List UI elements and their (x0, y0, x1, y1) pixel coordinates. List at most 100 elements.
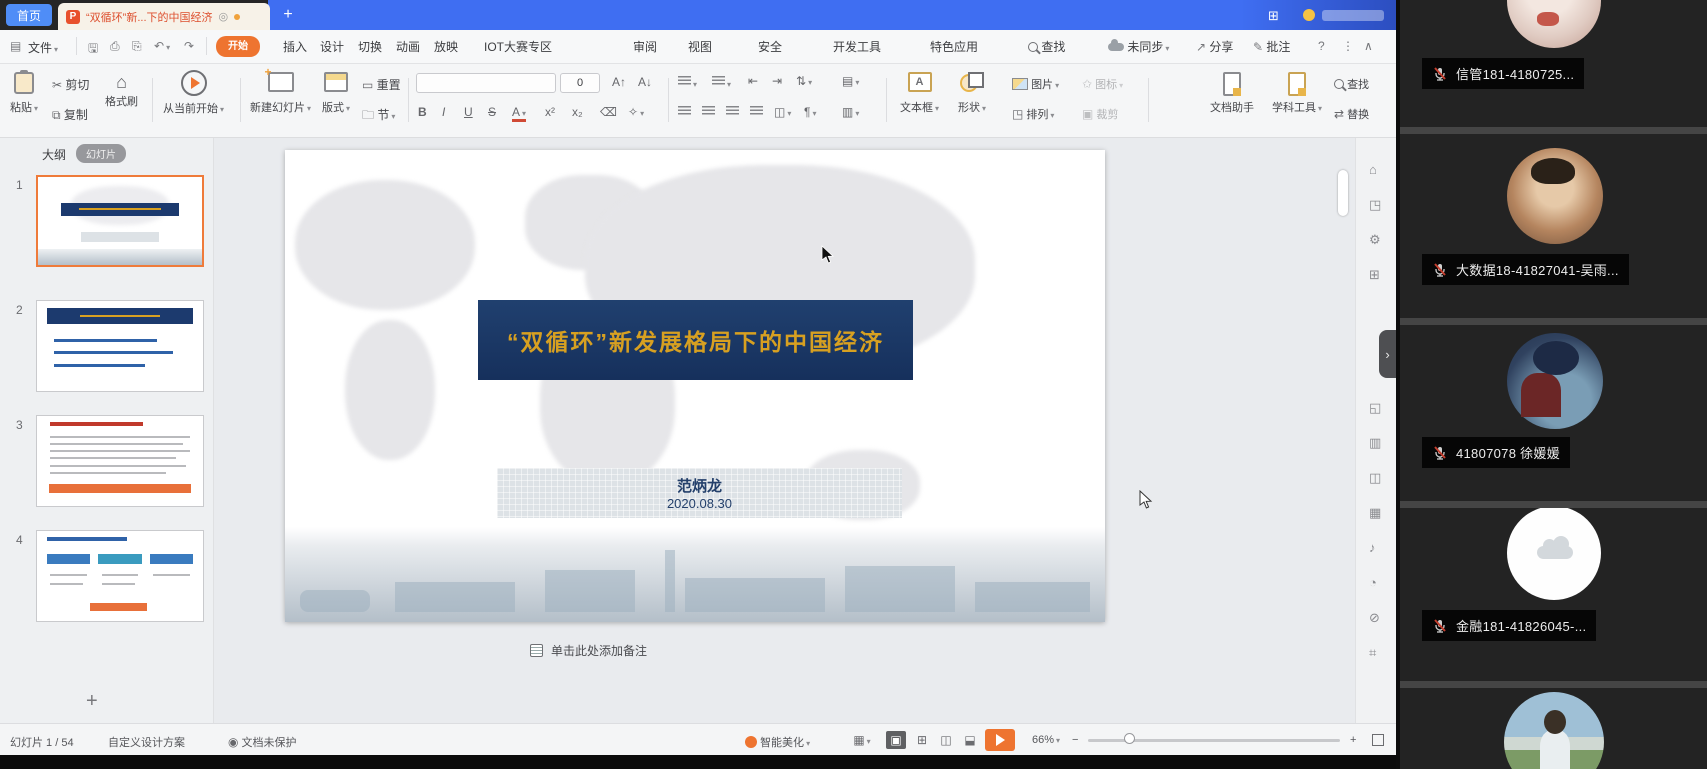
table-pane-icon[interactable]: ▦ (1369, 505, 1381, 521)
file-menu[interactable]: 文件 (28, 39, 58, 56)
slide-sorter-view-icon[interactable]: ▣ (886, 731, 906, 749)
font-size-input[interactable] (560, 73, 600, 93)
layout-button[interactable]: 版式 (322, 72, 350, 115)
increase-font-icon[interactable]: A↑ (612, 75, 626, 89)
slideshow-play-button[interactable] (985, 729, 1015, 751)
bold-button[interactable]: B (418, 105, 427, 119)
section-button[interactable]: 🗀 节 (362, 106, 395, 127)
decrease-font-icon[interactable]: A↓ (638, 75, 652, 89)
participant-tile[interactable]: 金融181-41826045-... (1400, 508, 1707, 681)
print-icon[interactable]: ⎙ (110, 39, 120, 54)
tab-special-apps[interactable]: 特色应用 (930, 37, 978, 57)
command-search[interactable]: 查找 (1028, 37, 1065, 57)
more-panel-icon[interactable]: ⌗ (1369, 645, 1376, 661)
slide-thumbnail-4[interactable] (36, 530, 204, 622)
vertical-scrollbar-thumb[interactable] (1338, 170, 1348, 216)
play-from-current-button[interactable]: 从当前开始 (163, 70, 224, 116)
slide-thumbnail-3[interactable] (36, 415, 204, 507)
numbering-icon[interactable] (712, 76, 731, 90)
hamburger-icon[interactable]: ▤ (10, 39, 21, 53)
document-tab[interactable]: P “双循环”新...下的中国经济 ◎ (58, 3, 270, 30)
paste-button[interactable]: 粘贴 (10, 72, 38, 115)
columns-icon[interactable]: ◫ (774, 105, 791, 119)
notes-view-icon[interactable]: ⬓ (960, 731, 980, 749)
undo-icon[interactable]: ↶ (154, 39, 170, 53)
slide-thumbnail-1[interactable] (36, 175, 204, 267)
notification-icon[interactable] (1303, 9, 1315, 21)
strikethrough-button[interactable]: S (488, 105, 496, 119)
grid-view-icon[interactable]: ⊞ (912, 731, 932, 749)
cut-button[interactable]: ✂ 剪切 (52, 76, 89, 93)
zoom-slider-knob[interactable] (1124, 733, 1135, 744)
new-tab-button[interactable]: + (278, 5, 298, 25)
comment-button[interactable]: ✎ 批注 (1253, 37, 1290, 57)
crop-button[interactable]: ▣ 裁剪 (1082, 106, 1118, 122)
zoom-level[interactable]: 66% (1032, 734, 1060, 746)
font-name-input[interactable] (416, 73, 556, 93)
redo-icon[interactable]: ↷ (184, 39, 194, 53)
protection-status[interactable]: ◉ 文档未保护 (228, 734, 297, 750)
animation-pane-icon[interactable]: ▥ (1369, 435, 1381, 451)
tab-dev-tools[interactable]: 开发工具 (833, 37, 881, 57)
sync-status[interactable]: 未同步 (1108, 37, 1169, 57)
participant-tile[interactable]: 信管181-4180725... (1400, 0, 1707, 127)
slide-thumbnail-2[interactable] (36, 300, 204, 392)
zoom-in-button[interactable]: + (1350, 734, 1356, 746)
tab-animation[interactable]: 动画 (396, 37, 420, 57)
icons-button[interactable]: ✩ 图标 (1082, 76, 1123, 92)
format-painter-button[interactable]: ⌂ 格式刷 (105, 72, 138, 109)
text-direction-icon[interactable]: ▤ (842, 74, 859, 88)
panel-expander-arrow[interactable]: › (1379, 330, 1396, 378)
normal-view-icon[interactable]: ▦ (852, 731, 872, 749)
slide-author-block[interactable]: 范炳龙 2020.08.30 (497, 468, 902, 518)
line-spacing-icon[interactable]: ⇅ (796, 74, 812, 88)
tab-insert[interactable]: 插入 (283, 37, 307, 57)
underline-button[interactable]: U (464, 105, 473, 119)
tab-design[interactable]: 设计 (320, 37, 344, 57)
participant-tile[interactable]: 大数据18-41827041-吴雨... (1400, 134, 1707, 318)
reading-view-icon[interactable]: ◫ (936, 731, 956, 749)
collapse-ribbon-icon[interactable]: ∧ (1364, 39, 1373, 53)
slide-title-banner[interactable]: “双循环”新发展格局下的中国经济 (478, 300, 913, 380)
align-right-icon[interactable] (726, 106, 739, 120)
tab-slideshow[interactable]: 放映 (434, 37, 458, 57)
slides-tab-pill[interactable]: 幻灯片 (76, 144, 126, 163)
arrange-button[interactable]: ◳ 排列 (1012, 106, 1054, 122)
smart-beautify-button[interactable]: 智能美化 (745, 734, 810, 750)
selection-pane-icon[interactable]: ◱ (1369, 400, 1381, 416)
timer-pane-icon[interactable]: ◔ (1369, 575, 1377, 590)
grid-panel-icon[interactable]: ⊞ (1369, 267, 1380, 283)
fit-to-window-icon[interactable] (1372, 734, 1384, 746)
tab-view[interactable]: 视图 (688, 37, 712, 57)
tab-review[interactable]: 审阅 (633, 37, 657, 57)
restrict-pane-icon[interactable]: ⊘ (1369, 610, 1380, 626)
zoom-out-button[interactable]: − (1072, 734, 1078, 746)
tab-home[interactable]: 开始 (216, 36, 260, 57)
preview-eye-icon[interactable]: ◎ (219, 10, 229, 23)
subject-tools-button[interactable]: 学科工具 (1272, 72, 1322, 115)
align-left-icon[interactable] (678, 106, 691, 120)
tab-security[interactable]: 安全 (758, 37, 782, 57)
share-button[interactable]: ↗ 分享 (1196, 37, 1233, 57)
settings-icon[interactable]: ⚙ (1369, 232, 1381, 248)
text-box-button[interactable]: A 文本框 (900, 72, 939, 115)
align-text-icon[interactable]: ▥ (842, 105, 859, 119)
italic-button[interactable]: I (442, 105, 445, 119)
copy-button[interactable]: ⧉ 复制 (52, 106, 88, 123)
subscript-button[interactable]: x₂ (572, 105, 583, 119)
tab-iot-contest[interactable]: IOT大赛专区 (484, 37, 552, 57)
decrease-indent-icon[interactable]: ⇤ (748, 74, 758, 88)
align-center-icon[interactable] (702, 106, 715, 120)
design-scheme-label[interactable]: 自定义设计方案 (108, 734, 185, 750)
export-icon[interactable]: ⎘ (132, 39, 142, 54)
new-slide-button[interactable]: 新建幻灯片 (250, 72, 311, 115)
bullets-icon[interactable] (678, 76, 697, 90)
apps-grid-icon[interactable]: ⊞ (1268, 8, 1279, 24)
participant-tile[interactable]: 41807078 徐媛媛 (1400, 325, 1707, 501)
font-color-button[interactable]: A (512, 105, 526, 122)
home-tab[interactable]: 首页 (6, 4, 52, 26)
replace-button[interactable]: ⇄ 替换 (1334, 106, 1369, 122)
layout-pane-icon[interactable]: ◫ (1369, 470, 1381, 486)
text-effects-icon[interactable]: ✧ (628, 105, 644, 119)
doc-assistant-button[interactable]: 文档助手 (1210, 72, 1254, 115)
